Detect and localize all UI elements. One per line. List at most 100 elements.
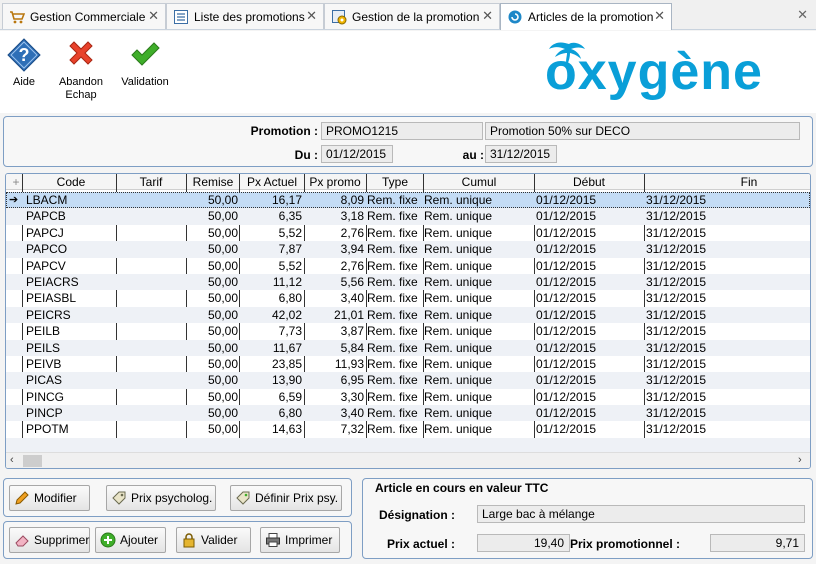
- promotion-description-field[interactable]: Promotion 50% sur DECO: [485, 122, 800, 140]
- add-label: Ajouter: [120, 533, 159, 547]
- au-label: au :: [462, 148, 484, 162]
- tab-gestion-promotion[interactable]: Gestion de la promotion ✕: [324, 3, 500, 29]
- table-row[interactable]: PEIACRS 50,00 11,12 5,56 Rem. fixe Rem. uniqu…: [6, 273, 810, 291]
- table-row[interactable]: PICAS 50,00 13,90 6,95 Rem. fixe Rem. unique 0…: [6, 372, 810, 389]
- promotion-code-field[interactable]: PROMO1215: [321, 122, 483, 140]
- du-date-field[interactable]: 01/12/2015: [321, 145, 393, 163]
- svg-text:?: ?: [19, 45, 30, 65]
- table-row[interactable]: PPOTM 50,00 14,63 7,32 Rem. fixe Rem. unique 0…: [6, 421, 810, 437]
- table-row[interactable]: PEIVB 50,00 23,85 11,93 Rem. fixe Rem. unique…: [6, 356, 810, 372]
- row-indicator-icon: ➔: [9, 194, 19, 206]
- cell-debut: 01/12/2015: [536, 340, 597, 355]
- table-row[interactable]: PINCP 50,00 6,80 3,40 Rem. fixe Rem. unique 01…: [6, 405, 810, 422]
- tab-bar: Gestion Commerciale ✕ Liste des promotio…: [0, 0, 816, 30]
- cell-type: Rem. fixe: [367, 373, 418, 388]
- article-info-title: Article en cours en valeur TTC: [375, 481, 549, 495]
- scrollbar-thumb[interactable]: [23, 455, 42, 467]
- cell-cumul: Rem. unique: [424, 406, 493, 421]
- define-price-button[interactable]: Définir Prix psy.: [230, 485, 342, 511]
- table-row[interactable]: PEICRS 50,00 42,02 21,01 Rem. fixe Rem. uniqu…: [6, 306, 810, 324]
- articles-grid: + Code Tarif Remise Px Actuel Px promo T…: [5, 173, 811, 469]
- cell-px-actuel: 7,87: [278, 242, 302, 257]
- list-icon: [173, 9, 189, 25]
- cell-fin: 31/12/2015: [646, 373, 707, 388]
- cell-fin: 31/12/2015: [646, 307, 707, 322]
- cell-type: Rem. fixe: [367, 340, 418, 355]
- cell-fin: 31/12/2015: [646, 406, 707, 421]
- print-label: Imprimer: [285, 533, 333, 547]
- cell-remise: 50,00: [207, 324, 238, 339]
- lock-icon: [183, 533, 195, 548]
- add-button[interactable]: Ajouter: [95, 527, 166, 553]
- validate-button[interactable]: Valider: [176, 527, 251, 553]
- col-code[interactable]: Code: [26, 175, 116, 189]
- cell-debut: 01/12/2015: [536, 225, 597, 240]
- price-psycho-button[interactable]: Prix psycholog.: [106, 485, 216, 511]
- cell-debut: 01/12/2015: [536, 258, 597, 273]
- scroll-left-icon[interactable]: ‹: [10, 454, 14, 466]
- cell-px-promo: 21,01: [333, 307, 364, 322]
- cell-type: Rem. fixe: [367, 291, 418, 306]
- table-row[interactable]: ➔ LBACM 50,00 16,17 8,09 Rem. fixe Rem. unique…: [6, 192, 810, 209]
- table-row[interactable]: PAPCO 50,00 7,87 3,94 Rem. fixe Rem. unique 01…: [6, 241, 810, 258]
- window-close-icon[interactable]: ✕: [797, 7, 808, 23]
- table-row[interactable]: PEIASBL 50,00 6,80 3,40 Rem. fixe Rem. unique…: [6, 290, 810, 306]
- col-cumul[interactable]: Cumul: [424, 175, 534, 189]
- tab-label: Gestion de la promotion: [352, 9, 480, 24]
- cell-type: Rem. fixe: [367, 258, 418, 273]
- close-icon[interactable]: ✕: [482, 9, 493, 23]
- table-row[interactable]: PEILB 50,00 7,73 3,87 Rem. fixe Rem. unique 01…: [6, 323, 810, 339]
- table-row[interactable]: PEILS 50,00 11,67 5,84 Rem. fixe Rem. unique 0…: [6, 339, 810, 356]
- col-tarif[interactable]: Tarif: [116, 175, 186, 189]
- cell-type: Rem. fixe: [367, 225, 418, 240]
- prix-actuel-field: 19,40: [477, 534, 570, 552]
- cell-px-promo: 3,94: [340, 242, 364, 257]
- promotion-header-panel: Promotion : PROMO1215 Promotion 50% sur …: [3, 116, 813, 167]
- cell-code: PEILS: [26, 340, 61, 355]
- tab-articles-promotion[interactable]: Articles de la promotion ✕: [500, 3, 672, 30]
- tab-label: Articles de la promotion: [528, 10, 654, 24]
- col-debut[interactable]: Début: [534, 175, 644, 189]
- plus-icon: [100, 532, 116, 548]
- au-date-field[interactable]: 31/12/2015: [485, 145, 557, 163]
- cell-remise: 50,00: [207, 193, 238, 207]
- col-remise[interactable]: Remise: [186, 175, 240, 189]
- help-button[interactable]: ? Aide: [0, 38, 54, 89]
- table-row[interactable]: PAPCJ 50,00 5,52 2,76 Rem. fixe Rem. unique 01…: [6, 225, 810, 241]
- table-row[interactable]: PINCG 50,00 6,59 3,30 Rem. fixe Rem. unique 01…: [6, 389, 810, 405]
- modify-button[interactable]: Modifier: [9, 485, 90, 511]
- validation-button[interactable]: Validation: [115, 38, 175, 89]
- cell-type: Rem. fixe: [367, 356, 418, 371]
- close-icon[interactable]: ✕: [148, 9, 159, 23]
- col-type[interactable]: Type: [366, 175, 424, 189]
- horizontal-scrollbar[interactable]: ‹ ›: [6, 452, 810, 468]
- table-row[interactable]: PAPCB 50,00 6,35 3,18 Rem. fixe Rem. unique 01…: [6, 208, 810, 225]
- cell-code: PEIACRS: [26, 274, 79, 289]
- scroll-right-icon[interactable]: ›: [798, 454, 802, 466]
- cell-fin: 31/12/2015: [646, 389, 707, 404]
- cell-type: Rem. fixe: [367, 193, 418, 207]
- close-icon[interactable]: ✕: [306, 9, 317, 23]
- print-button[interactable]: Imprimer: [260, 527, 340, 553]
- cell-cumul: Rem. unique: [424, 307, 493, 322]
- cell-px-promo: 7,32: [340, 422, 364, 437]
- close-icon[interactable]: ✕: [654, 9, 665, 23]
- col-fin[interactable]: Fin: [644, 175, 810, 189]
- col-px-promo[interactable]: Px promo: [304, 175, 366, 189]
- cell-code: LBACM: [26, 193, 68, 207]
- define-price-label: Définir Prix psy.: [255, 491, 339, 505]
- cell-px-actuel: 5,52: [278, 225, 302, 240]
- cell-cumul: Rem. unique: [424, 209, 493, 224]
- col-px-actuel[interactable]: Px Actuel: [240, 175, 304, 189]
- tab-liste-promotions[interactable]: Liste des promotions ✕: [166, 3, 324, 29]
- cancel-button[interactable]: Abandon Echap: [51, 38, 111, 102]
- table-row[interactable]: PAPCV 50,00 5,52 2,76 Rem. fixe Rem. unique 01…: [6, 258, 810, 274]
- cancel-label-line1: Abandon: [58, 76, 104, 88]
- delete-button[interactable]: Supprimer: [9, 527, 90, 553]
- cell-remise: 50,00: [207, 274, 238, 289]
- tab-gestion-commerciale[interactable]: Gestion Commerciale ✕: [2, 3, 166, 29]
- validate-label: Valider: [201, 533, 238, 547]
- help-label: Aide: [12, 76, 36, 88]
- cell-type: Rem. fixe: [367, 242, 418, 257]
- cell-px-promo: 6,95: [340, 373, 364, 388]
